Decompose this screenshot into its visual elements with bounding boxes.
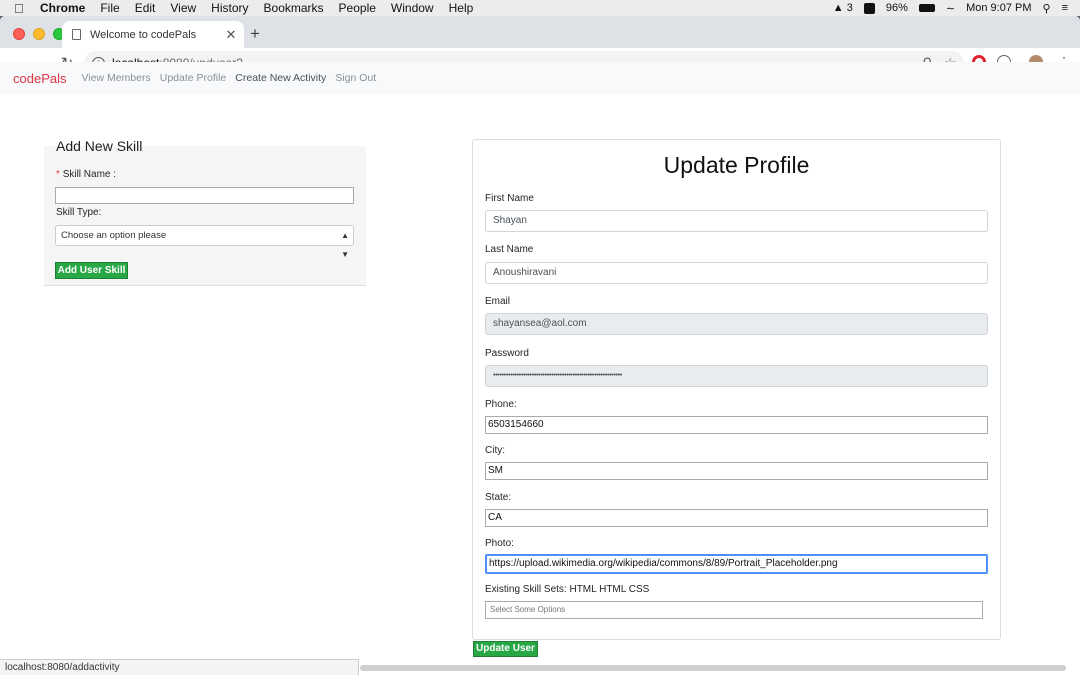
- email-label: Email: [485, 296, 511, 307]
- clock[interactable]: Mon 9:07 PM: [966, 2, 1031, 14]
- wifi-icon[interactable]: ∼: [946, 2, 955, 15]
- battery-icon[interactable]: [918, 4, 935, 12]
- window-controls: [13, 28, 65, 40]
- link-status-bar: localhost:8080/addactivity: [0, 659, 359, 675]
- update-profile-card: Update Profile First Name Shayan Last Na…: [472, 139, 1001, 640]
- horizontal-scrollbar[interactable]: [360, 665, 1066, 671]
- spotlight-icon[interactable]: ⚲: [1043, 2, 1051, 15]
- photo-url-field[interactable]: https://upload.wikimedia.org/wikipedia/c…: [485, 554, 988, 574]
- brand-link[interactable]: codePals: [13, 71, 66, 86]
- phone-label: Phone:: [485, 399, 517, 410]
- menu-bookmarks[interactable]: Bookmarks: [264, 1, 324, 15]
- nav-create-activity[interactable]: Create New Activity: [235, 72, 326, 84]
- menu-history[interactable]: History: [211, 1, 248, 15]
- phone-field[interactable]: 6503154660: [485, 416, 988, 434]
- tab-title: Welcome to codePals: [90, 28, 197, 41]
- macos-menubar:  Chrome File Edit View History Bookmark…: [0, 0, 1080, 16]
- menubar-status-area: ▲ 3 96% ∼ Mon 9:07 PM ⚲ ≡: [833, 0, 1068, 16]
- state-field[interactable]: CA: [485, 509, 988, 527]
- photo-label: Photo:: [485, 538, 514, 549]
- last-name-label: Last Name: [485, 244, 534, 255]
- skill-name-label-text: Skill Name :: [62, 169, 117, 180]
- menu-people[interactable]: People: [339, 1, 376, 15]
- notification-center-icon[interactable]: ≡: [1062, 2, 1068, 14]
- skill-name-input[interactable]: [55, 187, 354, 204]
- skill-type-select[interactable]: Choose an option please ▲ ▼: [55, 225, 354, 259]
- add-skill-legend: Add New Skill: [56, 138, 143, 154]
- close-tab-icon[interactable]: ✕: [222, 27, 240, 43]
- menu-window[interactable]: Window: [391, 1, 434, 15]
- menu-app-name[interactable]: Chrome: [40, 1, 85, 15]
- nav-update-profile[interactable]: Update Profile: [160, 72, 227, 84]
- extension-icon[interactable]: [863, 2, 875, 14]
- password-field[interactable]: ••••••••••••••••••••••••••••••••••••••••…: [485, 365, 988, 387]
- skill-type-label: Skill Type:: [56, 207, 102, 218]
- menu-file[interactable]: File: [100, 1, 119, 15]
- select-arrows-icon: ▲ ▼: [341, 231, 349, 259]
- city-field[interactable]: SM: [485, 462, 988, 480]
- add-user-skill-button[interactable]: Add User Skill: [55, 262, 128, 279]
- page-content: codePals View Members Update Profile Cre…: [0, 62, 1080, 659]
- existing-skills-label: Existing Skill Sets: HTML HTML CSS: [485, 584, 650, 595]
- required-mark: *: [56, 169, 60, 180]
- update-user-button[interactable]: Update User: [473, 641, 538, 657]
- skills-multiselect[interactable]: Select Some Options: [485, 601, 983, 619]
- first-name-label: First Name: [485, 193, 534, 204]
- tab-strip: Welcome to codePals ✕ +: [0, 16, 1080, 48]
- apple-icon[interactable]: : [14, 1, 28, 16]
- nav-sign-out[interactable]: Sign Out: [335, 72, 376, 84]
- add-skill-card: Add New Skill * Skill Name : Skill Type:…: [44, 138, 366, 286]
- skill-type-selected: Choose an option please: [61, 230, 167, 241]
- close-window-button[interactable]: [13, 28, 25, 40]
- site-navbar: codePals View Members Update Profile Cre…: [0, 62, 1080, 94]
- page-title: Update Profile: [663, 152, 810, 178]
- browser-tab[interactable]: Welcome to codePals ✕: [62, 21, 244, 48]
- password-label: Password: [485, 348, 529, 359]
- state-label: State:: [485, 492, 512, 503]
- skill-name-label: * Skill Name :: [56, 169, 116, 180]
- nav-view-members[interactable]: View Members: [81, 72, 150, 84]
- battery-percent: 96%: [885, 2, 908, 14]
- menu-edit[interactable]: Edit: [135, 1, 156, 15]
- adobe-icon[interactable]: ▲ 3: [833, 2, 853, 14]
- menu-help[interactable]: Help: [449, 1, 474, 15]
- first-name-field[interactable]: Shayan: [485, 210, 988, 232]
- last-name-field[interactable]: Anoushiravani: [485, 262, 988, 284]
- city-label: City:: [485, 445, 505, 456]
- adobe-count: 3: [846, 2, 853, 14]
- menu-view[interactable]: View: [170, 1, 196, 15]
- minimize-window-button[interactable]: [33, 28, 45, 40]
- new-tab-icon[interactable]: +: [250, 24, 260, 44]
- email-field[interactable]: shayansea@aol.com: [485, 313, 988, 335]
- page-icon: [72, 29, 81, 40]
